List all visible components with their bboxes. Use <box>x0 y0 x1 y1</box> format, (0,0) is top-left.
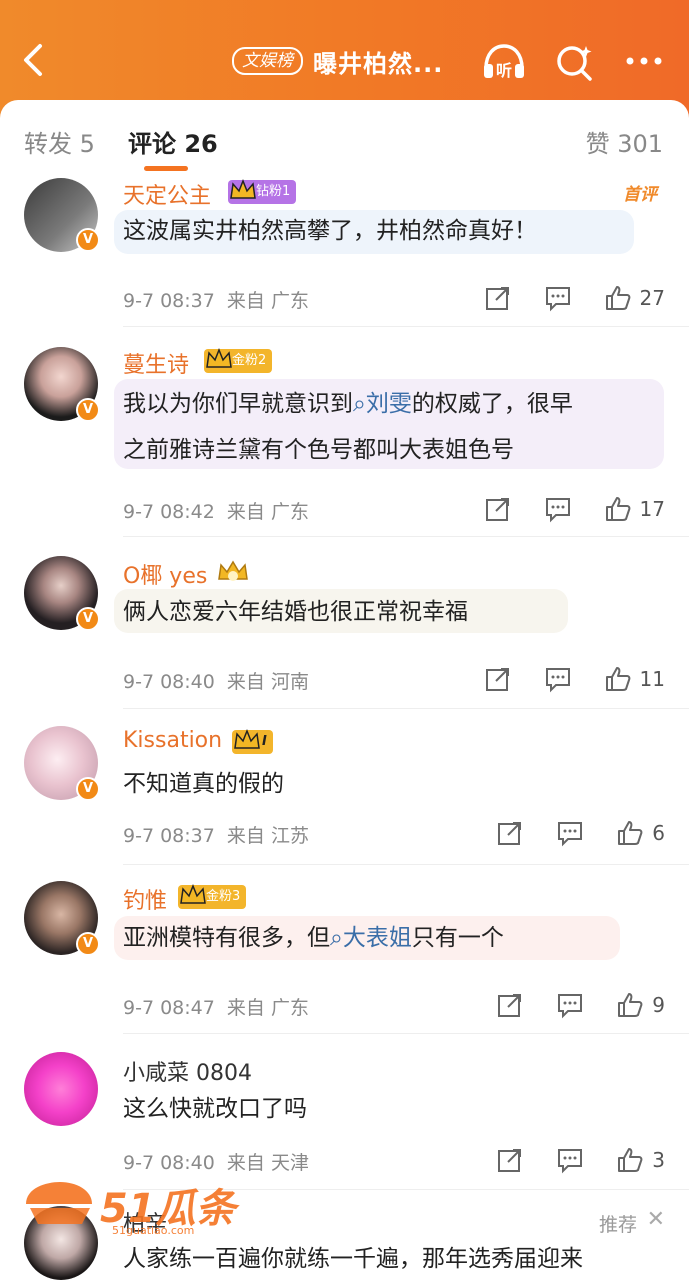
tab-like[interactable]: 赞 301 <box>586 124 663 159</box>
crown-icon <box>206 347 232 368</box>
like-count: 6 <box>652 821 665 845</box>
back-arrow-icon[interactable] <box>14 38 54 82</box>
username[interactable]: O椰 yes <box>123 558 207 590</box>
reply-icon[interactable] <box>544 665 572 693</box>
fan-badge: 金粉2 <box>204 347 273 373</box>
verified-badge-icon: V <box>76 607 100 631</box>
username[interactable]: 小咸菜 0804 <box>123 1055 252 1087</box>
comment-text: 人家练一百遍你就练一千遍，那年选秀届迎来 <box>123 1246 583 1272</box>
like-count: 11 <box>639 667 665 691</box>
crown-icon <box>218 560 248 581</box>
comment-meta: 9-7 08:37 来自 广东 <box>123 290 309 312</box>
comment-actions: 6 <box>496 817 665 849</box>
like-icon[interactable] <box>616 991 644 1019</box>
reply-icon[interactable] <box>544 495 572 523</box>
like-count: 3 <box>652 1148 665 1172</box>
comment-item: V O椰 yes 俩人恋爱六年结婚也很正常祝幸福 9-7 08:40 来自 河南… <box>0 553 689 709</box>
comment-text: 俩人恋爱六年结婚也很正常祝幸福 <box>123 599 468 625</box>
comment-item: V 钓惟 金粉3 亚洲模特有很多，但⌕大表姐只有一个 9-7 08:47 来自 … <box>0 879 689 1034</box>
like-count: 9 <box>652 993 665 1017</box>
comment-meta: 9-7 08:40 来自 河南 <box>123 671 309 693</box>
close-icon[interactable]: ✕ <box>647 1207 665 1232</box>
svg-text:51guatiao.com: 51guatiao.com <box>112 1224 194 1236</box>
ranking-tag: 文娱榜 <box>232 47 303 75</box>
page-title: 曝井柏然... <box>313 49 444 78</box>
share-icon[interactable] <box>484 495 512 523</box>
tab-bar: 转发 5 评论 26 赞 301 <box>0 100 689 178</box>
share-icon[interactable] <box>496 1146 524 1174</box>
topic-link[interactable]: ⌕刘雯 <box>353 391 412 417</box>
search-icon[interactable] <box>552 40 596 84</box>
fan-badge: 金粉3 <box>178 883 247 909</box>
page-title-group[interactable]: 文娱榜 曝井柏然... <box>232 44 443 78</box>
crown-icon <box>230 178 256 199</box>
comment-text: 不知道真的假的 <box>123 771 284 797</box>
verified-badge-icon: V <box>76 777 100 801</box>
share-icon[interactable] <box>484 284 512 312</box>
crown-icon <box>180 883 206 904</box>
like-icon[interactable] <box>604 665 632 693</box>
reply-icon[interactable] <box>544 284 572 312</box>
username[interactable]: 钓惟 <box>123 883 167 915</box>
like-icon[interactable] <box>616 1146 644 1174</box>
like-count: 17 <box>639 497 665 521</box>
username[interactable]: Kissation <box>123 728 222 753</box>
comment-text: 我以为你们早就意识到⌕刘雯的权威了，很早 之前雅诗兰黛有个色号都叫大表姐色号 <box>123 391 573 463</box>
reply-icon[interactable] <box>556 1146 584 1174</box>
comment-actions: 17 <box>484 493 665 525</box>
fan-badge: I <box>232 728 273 754</box>
divider <box>123 536 689 537</box>
share-icon[interactable] <box>496 991 524 1019</box>
divider <box>123 326 689 327</box>
comment-item: V Kissation I 不知道真的假的 9-7 08:37 来自 江苏 6 <box>0 725 689 865</box>
fan-badge: 钻粉1 <box>228 178 297 204</box>
topic-link[interactable]: ⌕大表姐 <box>330 925 412 951</box>
verified-badge-icon: V <box>76 398 100 422</box>
username[interactable]: 天定公主 <box>123 178 211 210</box>
like-count: 27 <box>639 286 665 310</box>
first-comment-tag: 首评 <box>623 185 657 205</box>
comment-text: 这么快就改口了吗 <box>123 1096 307 1122</box>
avatar[interactable] <box>24 1052 98 1126</box>
comment-meta: 9-7 08:40 来自 天津 <box>123 1152 309 1174</box>
tab-repost[interactable]: 转发 5 <box>24 124 95 159</box>
reply-icon[interactable] <box>556 991 584 1019</box>
username[interactable]: 蔓生诗 <box>123 347 189 379</box>
verified-badge-icon: V <box>76 228 100 252</box>
crown-icon <box>234 728 260 749</box>
listen-icon[interactable]: 听 <box>480 40 528 84</box>
svg-text:听: 听 <box>496 61 512 80</box>
comment-actions: 11 <box>484 663 665 695</box>
more-icon[interactable] <box>622 46 666 76</box>
divider <box>123 1033 689 1034</box>
comment-actions: 3 <box>496 1144 665 1176</box>
watermark-logo: 51瓜条 51guatiao.com <box>20 1178 250 1237</box>
verified-badge-icon: V <box>76 932 100 956</box>
like-icon[interactable] <box>604 495 632 523</box>
like-icon[interactable] <box>604 284 632 312</box>
divider <box>123 708 689 709</box>
comment-text: 亚洲模特有很多，但⌕大表姐只有一个 <box>123 925 504 951</box>
like-icon[interactable] <box>616 819 644 847</box>
comment-item: V 蔓生诗 金粉2 我以为你们早就意识到⌕刘雯的权威了，很早 之前雅诗兰黛有个色号… <box>0 343 689 537</box>
reply-icon[interactable] <box>556 819 584 847</box>
comment-actions: 27 <box>484 282 665 314</box>
comment-meta: 9-7 08:42 来自 广东 <box>123 501 309 523</box>
recommend-label: 推荐 <box>598 1214 637 1236</box>
comment-item: V 天定公主 钻粉1 首评 这波属实井柏然高攀了，井柏然命真好！ 9-7 08:… <box>0 178 689 328</box>
comment-meta: 9-7 08:37 来自 江苏 <box>123 825 309 847</box>
divider <box>123 864 689 865</box>
comment-actions: 9 <box>496 989 665 1021</box>
share-icon[interactable] <box>496 819 524 847</box>
share-icon[interactable] <box>484 665 512 693</box>
comment-item: 小咸菜 0804 这么快就改口了吗 9-7 08:40 来自 天津 3 <box>0 1050 689 1190</box>
comment-meta: 9-7 08:47 来自 广东 <box>123 997 309 1019</box>
comment-text: 这波属实井柏然高攀了，井柏然命真好！ <box>123 218 537 244</box>
active-tab-indicator <box>144 166 188 171</box>
